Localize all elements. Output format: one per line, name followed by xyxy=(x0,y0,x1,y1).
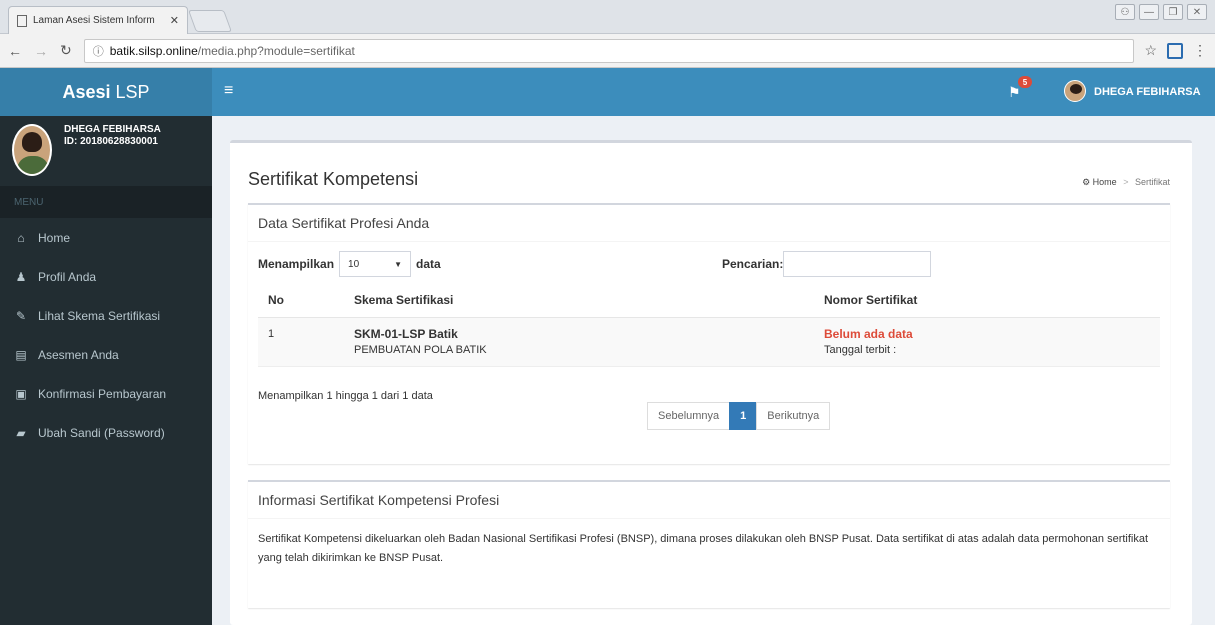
back-icon[interactable]: ← xyxy=(8,43,22,59)
table-row: 1 SKM-01-LSP Batik PEMBUATAN POLA BATIK … xyxy=(258,317,1160,367)
new-tab-button[interactable] xyxy=(187,10,233,32)
minimize-icon[interactable]: — xyxy=(1139,4,1159,20)
user-panel: DHEGA FEBIHARSA ID: 20180628830001 xyxy=(0,116,212,186)
dashboard-icon: ⚙ xyxy=(1082,177,1091,187)
lock-icon: ▰ xyxy=(16,425,26,440)
table-info: Menampilkan 1 hingga 1 dari 1 data xyxy=(258,390,433,402)
url-path: /media.php?module=sertifikat xyxy=(197,43,355,58)
sidebar-item-label: Konfirmasi Pembayaran xyxy=(38,386,167,401)
url-host: batik.silsp.online xyxy=(109,43,198,58)
sidebar-item-profil[interactable]: ♟ Profil Anda xyxy=(0,257,212,296)
issue-date: Tanggal terbit : xyxy=(824,343,897,356)
forward-icon[interactable]: → xyxy=(34,43,48,59)
browser-tab-strip: Laman Asesi Sistem Inform ✕ ⚇ — ❐ ✕ xyxy=(0,0,1215,34)
divider xyxy=(248,518,1170,519)
avatar xyxy=(12,124,52,176)
panel-title: Data Sertifikat Profesi Anda xyxy=(258,215,430,231)
search-label: Pencarian: xyxy=(722,257,784,271)
edit-icon: ✎ xyxy=(15,308,27,323)
page-title: Sertifikat Kompetensi xyxy=(248,169,419,189)
window-controls: ⚇ — ❐ ✕ xyxy=(1115,4,1207,20)
cell-skema: SKM-01-LSP Batik PEMBUATAN POLA BATIK xyxy=(344,317,814,367)
menu-heading: MENU xyxy=(0,186,212,218)
breadcrumb: ⚙ Home > Sertifikat xyxy=(1082,177,1170,187)
header-avatar[interactable] xyxy=(1064,80,1086,102)
money-icon: ▣ xyxy=(15,386,27,401)
content-wrapper: Sertifikat Kompetensi ⚙ Home > Sertifika… xyxy=(212,116,1215,625)
tab-title: Laman Asesi Sistem Inform xyxy=(33,15,155,26)
user-name: DHEGA FEBIHARSA xyxy=(64,124,161,135)
info-panel-title: Informasi Sertifikat Kompetensi Profesi xyxy=(258,492,500,508)
browser-tab[interactable]: Laman Asesi Sistem Inform ✕ xyxy=(8,6,188,34)
cell-nomor: Belum ada data Tanggal terbit : xyxy=(814,317,1160,367)
sidebar-item-home[interactable]: ⌂ Home xyxy=(0,218,212,257)
user-id: ID: 20180628830001 xyxy=(64,136,158,147)
sidebar-item-password[interactable]: ▰ Ubah Sandi (Password) xyxy=(0,413,212,452)
notification-badge: 5 xyxy=(1018,76,1032,88)
close-window-icon[interactable]: ✕ xyxy=(1187,4,1207,20)
col-header-no[interactable]: No xyxy=(258,283,344,318)
sidebar-item-label: Lihat Skema Sertifikasi xyxy=(38,308,161,323)
brand-bold: Asesi xyxy=(62,81,111,102)
sidebar: Asesi LSP DHEGA FEBIHARSA ID: 2018062883… xyxy=(0,68,212,625)
sidebar-item-pembayaran[interactable]: ▣ Konfirmasi Pembayaran xyxy=(0,374,212,413)
sidebar-item-label: Ubah Sandi (Password) xyxy=(38,425,165,440)
sidebar-item-label: Profil Anda xyxy=(38,269,97,284)
extension-icon[interactable] xyxy=(1167,42,1183,59)
address-bar-row: ← → ↻ ⓘ batik.silsp.online /media.php?mo… xyxy=(0,34,1215,68)
search-input[interactable] xyxy=(783,251,932,277)
sidebar-item-skema[interactable]: ✎ Lihat Skema Sertifikasi xyxy=(0,296,212,335)
top-navbar: ≡ ⚑ 5 DHEGA FEBIHARSA xyxy=(212,68,1215,116)
hamburger-icon[interactable]: ≡ xyxy=(224,82,233,100)
profile-icon[interactable]: ⚇ xyxy=(1115,4,1135,20)
prev-page-button[interactable]: Sebelumnya xyxy=(647,402,731,430)
info-panel: Informasi Sertifikat Kompetensi Profesi … xyxy=(248,480,1170,608)
next-page-button[interactable]: Berikutnya xyxy=(756,402,831,430)
divider xyxy=(248,241,1170,242)
sidebar-item-asesmen[interactable]: ▤ Asesmen Anda xyxy=(0,335,212,374)
browser-menu-icon[interactable]: ⋮ xyxy=(1193,42,1207,59)
file-icon: ▤ xyxy=(15,347,27,362)
length-suffix: data xyxy=(416,257,441,271)
length-label: Menampilkan xyxy=(258,257,335,271)
brand-logo[interactable]: Asesi LSP xyxy=(0,68,212,116)
cell-no: 1 xyxy=(258,317,344,367)
certificate-number: Belum ada data xyxy=(824,326,913,341)
reload-icon[interactable]: ↻ xyxy=(60,42,72,59)
breadcrumb-home[interactable]: Home xyxy=(1093,177,1117,187)
main-box: Sertifikat Kompetensi ⚙ Home > Sertifika… xyxy=(230,140,1192,625)
user-icon: ♟ xyxy=(15,269,27,284)
maximize-icon[interactable]: ❐ xyxy=(1163,4,1183,20)
page-icon xyxy=(17,14,27,27)
col-header-nomor[interactable]: Nomor Sertifikat xyxy=(814,283,1160,318)
skema-code: SKM-01-LSP Batik xyxy=(354,326,458,341)
certificate-panel: Data Sertifikat Profesi Anda Menampilkan… xyxy=(248,203,1170,464)
search-control: Pencarian: xyxy=(722,251,932,277)
table-header-row: No Skema Sertifikasi Nomor Sertifikat xyxy=(258,283,1160,318)
length-value: 10 xyxy=(348,258,360,270)
sidebar-item-label: Home xyxy=(38,230,71,245)
breadcrumb-current: Sertifikat xyxy=(1134,177,1170,187)
brand-rest: LSP xyxy=(115,81,150,102)
page-1-button[interactable]: 1 xyxy=(729,402,758,430)
flag-icon[interactable]: ⚑ xyxy=(1008,84,1021,101)
length-select[interactable]: 10 ▼ xyxy=(339,251,412,277)
skema-name: PEMBUATAN POLA BATIK xyxy=(354,343,487,356)
info-icon[interactable]: ⓘ xyxy=(93,43,104,59)
info-panel-text: Sertifikat Kompetensi dikeluarkan oleh B… xyxy=(258,533,1149,564)
bookmark-star-icon[interactable]: ☆ xyxy=(1144,42,1157,59)
url-field[interactable]: ⓘ batik.silsp.online /media.php?module=s… xyxy=(83,38,1135,63)
tab-close-icon[interactable]: ✕ xyxy=(170,14,179,27)
pagination: Sebelumnya 1 Berikutnya xyxy=(647,402,831,430)
chevron-down-icon: ▼ xyxy=(394,259,403,269)
certificate-table: No Skema Sertifikasi Nomor Sertifikat 1 … xyxy=(258,283,1160,367)
home-icon: ⌂ xyxy=(17,230,25,245)
col-header-skema[interactable]: Skema Sertifikasi xyxy=(344,283,814,318)
header-user-name[interactable]: DHEGA FEBIHARSA xyxy=(1094,86,1201,98)
length-control: Menampilkan 10 ▼ data xyxy=(258,251,441,277)
sidebar-item-label: Asesmen Anda xyxy=(38,347,119,362)
